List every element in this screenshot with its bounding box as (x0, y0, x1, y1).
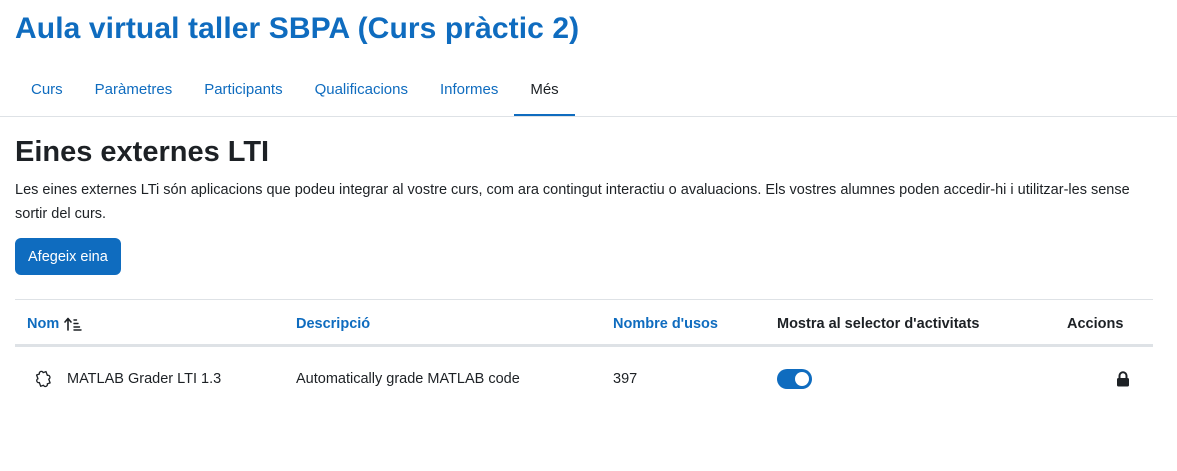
column-header-name[interactable]: Nom (27, 300, 82, 347)
page-heading: Eines externes LTI (15, 136, 270, 168)
tabs-divider (0, 116, 1177, 117)
page-description: Les eines externes LTi són aplicacions q… (15, 182, 1130, 222)
course-title: Aula virtual taller SBPA (Curs pràctic 2… (15, 12, 580, 45)
column-header-name-label: Nom (27, 315, 60, 332)
tab-curs[interactable]: Curs (15, 62, 79, 117)
add-tool-button[interactable]: Afegeix eina (15, 238, 121, 275)
actions-cell (1116, 347, 1130, 411)
lti-tools-table: Nom Descripció Nombre d'usos Mostra al s… (15, 299, 1153, 411)
column-header-actions: Accions (1067, 315, 1124, 332)
lock-icon[interactable] (1116, 371, 1130, 387)
tool-usage-count: 397 (613, 371, 638, 387)
show-in-selector-cell (777, 347, 812, 411)
tab-mes[interactable]: Més (514, 62, 576, 117)
column-header-description[interactable]: Descripció (296, 300, 370, 347)
show-in-selector-toggle[interactable] (777, 369, 812, 389)
column-header-show-in-selector: Mostra al selector d'activitats (777, 315, 980, 332)
tab-qualificacions[interactable]: Qualificacions (299, 62, 424, 117)
table-row: MATLAB Grader LTI 1.3 Automatically grad… (15, 347, 1153, 411)
tool-name: MATLAB Grader LTI 1.3 (67, 371, 222, 387)
course-nav-tabs: Curs Paràmetres Participants Qualificaci… (15, 62, 576, 117)
tab-participants[interactable]: Participants (188, 62, 298, 117)
sort-ascending-icon (64, 317, 82, 331)
puzzle-icon (31, 367, 55, 391)
column-header-usage[interactable]: Nombre d'usos (613, 300, 718, 347)
toggle-knob (795, 372, 809, 386)
tab-informes[interactable]: Informes (424, 62, 514, 117)
table-header: Nom Descripció Nombre d'usos Mostra al s… (15, 300, 1153, 347)
tool-description: Automatically grade MATLAB code (296, 371, 520, 387)
tool-name-cell: MATLAB Grader LTI 1.3 (31, 347, 221, 411)
tab-parametres[interactable]: Paràmetres (79, 62, 189, 117)
